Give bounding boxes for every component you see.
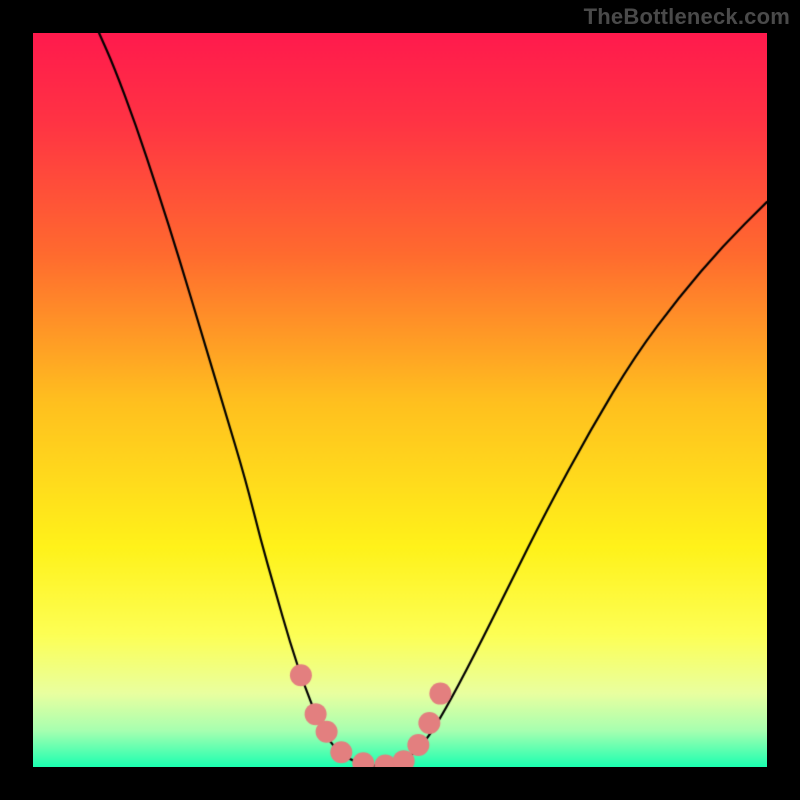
bottleneck-chart (33, 33, 767, 767)
watermark-label: TheBottleneck.com (584, 4, 790, 30)
chart-frame: TheBottleneck.com (0, 0, 800, 800)
